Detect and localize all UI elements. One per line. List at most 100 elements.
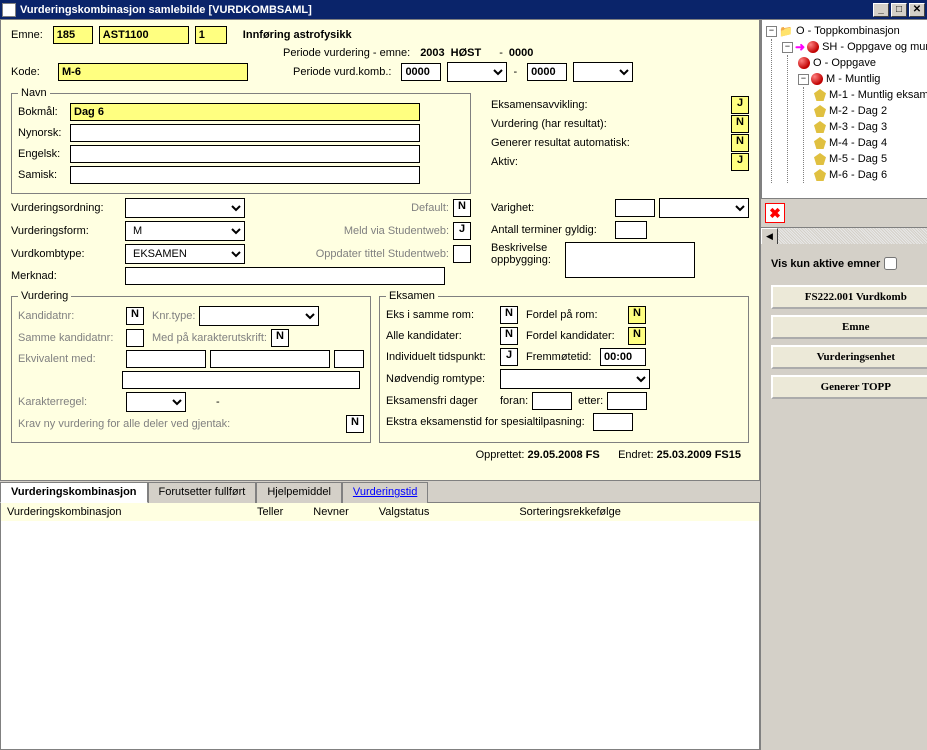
emne-code3-input[interactable] (195, 26, 227, 44)
generer-auto-flag[interactable]: N (731, 134, 749, 152)
vurderingsform-select[interactable]: M (125, 221, 245, 241)
leaf-icon (814, 105, 826, 117)
indiv-tid-label: Individuelt tidspunkt: (386, 351, 496, 363)
periode-emne-label: Periode vurdering - emne: (283, 47, 410, 59)
vurderingsenhet-button[interactable]: Vurderingsenhet (771, 345, 927, 369)
tab-vurderingstid[interactable]: Vurderingstid (342, 482, 428, 503)
tree-node-o[interactable]: O - Oppgave (813, 57, 876, 69)
emne-code1-input[interactable] (53, 26, 93, 44)
periode-komb-label: Periode vurd.komb.: (293, 66, 391, 78)
vurderingsordning-label: Vurderingsordning: (11, 202, 121, 214)
tab-forutsetter[interactable]: Forutsetter fullført (148, 482, 257, 503)
foran-input[interactable] (532, 392, 572, 410)
maximize-button[interactable]: □ (891, 3, 907, 17)
red-ball-icon (798, 57, 810, 69)
tree-leaf-m5[interactable]: M-5 - Dag 5 (829, 153, 887, 165)
ekstra-input[interactable] (593, 413, 633, 431)
tree-leaf-m6[interactable]: M-6 - Dag 6 (829, 169, 887, 181)
varighet-input[interactable] (615, 199, 655, 217)
tree-hscrollbar[interactable]: ◀ ▶ (761, 227, 927, 244)
fs222-button[interactable]: FS222.001 Vurdkomb (771, 285, 927, 309)
vis-kun-aktive-checkbox[interactable] (884, 257, 897, 270)
tree-node-m[interactable]: M - Muntlig (826, 73, 880, 85)
endret-label: Endret: (618, 449, 653, 461)
nodv-rom-select[interactable] (500, 369, 650, 389)
tree-panel[interactable]: − 📁 O - Toppkombinasjon − ➜ SH - Oppgave… (761, 19, 927, 199)
beskrivelse-label: Beskrivelse oppbygging: (491, 242, 561, 266)
eks-samme-rom-flag[interactable]: N (500, 306, 518, 324)
generer-auto-label: Generer resultat automatisk: (491, 137, 630, 149)
bokmal-input[interactable] (70, 103, 420, 121)
periode-komb-y1-input[interactable] (401, 63, 441, 81)
kode-input[interactable] (58, 63, 248, 81)
nynorsk-label: Nynorsk: (18, 127, 66, 139)
etter-input[interactable] (607, 392, 647, 410)
meld-via-label: Meld via Studentweb: (344, 225, 449, 237)
kode-label: Kode: (11, 66, 48, 78)
karakterregel-sep: - (216, 396, 220, 408)
close-button[interactable]: ✕ (909, 3, 925, 17)
fordel-kand-flag[interactable]: N (628, 327, 646, 345)
bokmal-label: Bokmål: (18, 106, 66, 118)
indiv-tid-flag[interactable]: J (500, 348, 518, 366)
minimize-button[interactable]: _ (873, 3, 889, 17)
expand-icon[interactable]: − (798, 74, 809, 85)
emne-code2-input[interactable] (99, 26, 189, 44)
beskrivelse-text[interactable] (565, 242, 695, 278)
meld-via-flag[interactable]: J (453, 222, 471, 240)
periode-emne-end: 0000 (509, 47, 533, 59)
ekvivalent2-input[interactable] (210, 350, 330, 368)
tree-leaf-m1[interactable]: M-1 - Muntlig eksamen (829, 89, 927, 101)
periode-komb-sem2-select[interactable] (573, 62, 633, 82)
generer-topp-button[interactable]: Generer TOPP (771, 375, 927, 399)
tab-hjelpemiddel[interactable]: Hjelpemiddel (256, 482, 342, 503)
periode-komb-sem1-select[interactable] (447, 62, 507, 82)
tree-leaf-m4[interactable]: M-4 - Dag 4 (829, 137, 887, 149)
vurdering-har-flag[interactable]: N (731, 115, 749, 133)
scroll-left-icon[interactable]: ◀ (761, 228, 778, 245)
knrtype-select[interactable] (199, 306, 319, 326)
vurderingsordning-select[interactable] (125, 198, 245, 218)
periode-komb-y2-input[interactable] (527, 63, 567, 81)
fordel-rom-flag[interactable]: N (628, 306, 646, 324)
oppdater-flag[interactable] (453, 245, 471, 263)
kandidatnr-flag[interactable]: N (126, 307, 144, 325)
delete-button[interactable]: ✖ (765, 203, 785, 223)
ekvivalent4-input[interactable] (122, 371, 360, 389)
tree-leaf-m2[interactable]: M-2 - Dag 2 (829, 105, 887, 117)
default-flag[interactable]: N (453, 199, 471, 217)
vurdering-har-label: Vurdering (har resultat): (491, 118, 607, 130)
current-arrow-icon: ➜ (795, 40, 805, 54)
alle-kand-flag[interactable]: N (500, 327, 518, 345)
tree-node-top[interactable]: O - Toppkombinasjon (796, 25, 900, 37)
med-kar-label: Med på karakterutskrift: (152, 332, 267, 344)
tab-vurderingskombinasjon[interactable]: Vurderingskombinasjon (0, 482, 148, 503)
med-kar-flag[interactable]: N (271, 329, 289, 347)
ekvivalent3-input[interactable] (334, 350, 364, 368)
engelsk-input[interactable] (70, 145, 420, 163)
tree-node-sh[interactable]: SH - Oppgave og muntlig (822, 41, 927, 53)
oppdater-label: Oppdater tittel Studentweb: (316, 248, 449, 260)
leaf-icon (814, 89, 826, 101)
nynorsk-input[interactable] (70, 124, 420, 142)
expand-icon[interactable]: − (782, 42, 793, 53)
eksamensavvikling-flag[interactable]: J (731, 96, 749, 114)
karakterregel-select[interactable] (126, 392, 186, 412)
expand-icon[interactable]: − (766, 26, 777, 37)
fremmote-input[interactable] (600, 348, 646, 366)
navn-fieldset: Navn Bokmål: Nynorsk: Engelsk: Samisk: (11, 87, 471, 194)
aktiv-flag[interactable]: J (731, 153, 749, 171)
vurdkombtype-select[interactable]: EKSAMEN (125, 244, 245, 264)
samme-kand-flag[interactable] (126, 329, 144, 347)
vurdering-fieldset: Vurdering Kandidatnr: N Knr.type: Samme … (11, 290, 371, 443)
emne-button[interactable]: Emne (771, 315, 927, 339)
antall-term-input[interactable] (615, 221, 647, 239)
merknad-input[interactable] (125, 267, 445, 285)
red-ball-icon (807, 41, 819, 53)
navn-legend: Navn (18, 87, 50, 99)
ekvivalent1-input[interactable] (126, 350, 206, 368)
varighet-unit-select[interactable] (659, 198, 749, 218)
samisk-input[interactable] (70, 166, 420, 184)
krav-ny-flag[interactable]: N (346, 415, 364, 433)
tree-leaf-m3[interactable]: M-3 - Dag 3 (829, 121, 887, 133)
